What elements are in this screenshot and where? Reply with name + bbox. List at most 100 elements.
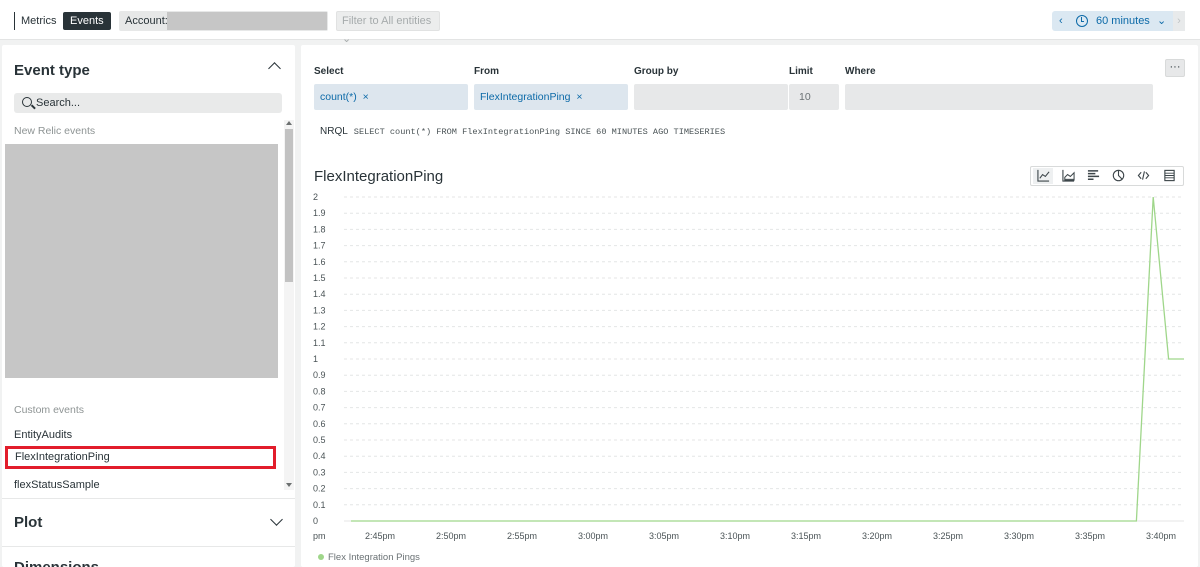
event-item-entityaudits[interactable]: EntityAudits: [14, 429, 72, 441]
plot-section-title[interactable]: Plot: [14, 514, 42, 531]
from-value: FlexIntegrationPing: [480, 91, 571, 103]
remove-icon[interactable]: ×: [363, 91, 369, 103]
chart-type-toolbar: [1030, 166, 1184, 186]
y-tick-label: 1.6: [313, 257, 326, 267]
tab-events[interactable]: Events: [63, 12, 111, 30]
y-tick-label: 0.6: [313, 419, 326, 429]
y-tick-label: 0.8: [313, 386, 326, 396]
y-tick-label: 0: [313, 516, 318, 526]
group-by-field[interactable]: [634, 84, 788, 110]
chart-title: FlexIntegrationPing: [314, 168, 444, 185]
json-icon[interactable]: [1133, 168, 1153, 184]
sidebar: Event type New Relic events Custom event…: [2, 45, 295, 567]
scrollbar-thumb[interactable]: [285, 129, 293, 282]
divider: [2, 546, 295, 547]
y-tick-label: 0.3: [313, 467, 326, 477]
select-label: Select: [314, 66, 344, 77]
nrql-label: NRQL: [320, 126, 348, 137]
y-tick-label: 1.1: [313, 338, 326, 348]
pie-chart-icon[interactable]: [1108, 168, 1128, 184]
main-panel: Select count(*) × From FlexIntegrationPi…: [301, 45, 1198, 567]
account-name-redacted: [167, 12, 327, 30]
y-tick-label: 1.8: [313, 224, 326, 234]
divider: [2, 498, 295, 499]
y-tick-label: 1.3: [313, 305, 326, 315]
y-tick-label: 0.7: [313, 403, 326, 413]
limit-label: Limit: [789, 66, 813, 77]
y-tick-label: 1.7: [313, 241, 326, 251]
from-field[interactable]: FlexIntegrationPing ×: [474, 84, 628, 110]
x-tick-label: 3:00pm: [578, 531, 608, 541]
time-range-label: 60 minutes: [1096, 15, 1150, 27]
legend-label: Flex Integration Pings: [328, 552, 420, 563]
scroll-down-arrow-icon[interactable]: [286, 483, 292, 487]
search-icon: [22, 97, 32, 107]
x-tick-label: 3:35pm: [1075, 531, 1105, 541]
x-tick-label: pm: [313, 531, 326, 541]
event-search-input[interactable]: [36, 93, 276, 113]
new-relic-events-label: New Relic events: [14, 125, 96, 137]
x-tick-label: 2:50pm: [436, 531, 466, 541]
clock-icon: [1076, 15, 1088, 27]
y-tick-label: 1.9: [313, 208, 326, 218]
tab-metrics[interactable]: Metrics: [14, 12, 62, 30]
y-tick-label: 2: [313, 192, 318, 202]
account-label: Account:: [125, 15, 168, 27]
line-chart[interactable]: 0 0.1 0.2 0.3 0.4 0.5 0.6 0.7 0.8 0.9 1 1.1 1.2 1.3 1.…: [301, 190, 1198, 550]
chevron-right-icon[interactable]: ›: [1173, 11, 1185, 31]
x-tick-label: 2:55pm: [507, 531, 537, 541]
x-tick-label: 3:05pm: [649, 531, 679, 541]
y-tick-label: 0.1: [313, 500, 326, 510]
where-field[interactable]: [845, 84, 1153, 110]
y-tick-label: 0.9: [313, 370, 326, 380]
chevron-down-icon: ⌄: [342, 33, 352, 45]
y-tick-label: 0.2: [313, 484, 326, 494]
chevron-down-icon: ⌄: [1157, 15, 1167, 27]
from-label: From: [474, 66, 499, 77]
where-label: Where: [845, 66, 876, 77]
chevron-left-icon[interactable]: ‹: [1059, 11, 1063, 31]
new-relic-events-list-redacted: [5, 144, 278, 378]
nrql-query: SELECT count(*) FROM FlexIntegrationPing…: [353, 127, 726, 137]
event-item-flexstatussample[interactable]: flexStatusSample: [14, 479, 100, 491]
table-icon[interactable]: [1159, 168, 1179, 184]
x-tick-label: 3:30pm: [1004, 531, 1034, 541]
chevron-up-icon[interactable]: [268, 62, 281, 75]
custom-events-label: Custom events: [14, 404, 85, 416]
top-bar: Metrics Events Account: Filter to All en…: [0, 0, 1200, 45]
x-tick-label: 3:20pm: [862, 531, 892, 541]
x-tick-label: 3:10pm: [720, 531, 750, 541]
limit-value: 10: [799, 91, 811, 103]
scroll-up-arrow-icon[interactable]: [286, 121, 292, 125]
legend-color-swatch: [318, 554, 324, 560]
account-selector[interactable]: Account:: [119, 11, 328, 31]
select-value: count(*): [320, 91, 357, 103]
dimensions-section-title[interactable]: Dimensions: [14, 559, 99, 567]
bar-chart-icon[interactable]: [1083, 168, 1103, 184]
x-tick-label: 2:45pm: [365, 531, 395, 541]
chevron-down-icon[interactable]: [270, 513, 283, 526]
event-type-title: Event type: [14, 62, 90, 79]
limit-field[interactable]: 10: [789, 84, 839, 110]
from-tag: FlexIntegrationPing ×: [480, 84, 582, 110]
y-tick-label: 1.2: [313, 322, 326, 332]
chart-legend[interactable]: Flex Integration Pings: [318, 552, 420, 563]
x-tick-label: 3:15pm: [791, 531, 821, 541]
y-tick-label: 1: [313, 354, 318, 364]
y-tick-label: 0.4: [313, 451, 326, 461]
event-search: [14, 93, 282, 113]
remove-icon[interactable]: ×: [576, 91, 582, 103]
select-field[interactable]: count(*) ×: [314, 84, 468, 110]
more-options-button[interactable]: ···: [1165, 59, 1185, 77]
line-chart-icon[interactable]: [1033, 168, 1053, 184]
y-tick-label: 1.5: [313, 273, 326, 283]
entity-filter-button[interactable]: Filter to All entities ⌄: [336, 11, 440, 45]
area-chart-icon[interactable]: [1058, 168, 1078, 184]
entity-filter-label: Filter to All entities: [342, 15, 432, 27]
time-picker[interactable]: ‹ 60 minutes ⌄ ›: [1052, 11, 1185, 31]
y-tick-label: 1.4: [313, 289, 326, 299]
x-tick-label: 3:40pm: [1146, 531, 1176, 541]
event-item-flexintegrationping[interactable]: FlexIntegrationPing: [5, 446, 276, 469]
group-by-label: Group by: [634, 66, 679, 77]
nrql-display[interactable]: NRQL SELECT count(*) FROM FlexIntegration…: [320, 126, 725, 137]
